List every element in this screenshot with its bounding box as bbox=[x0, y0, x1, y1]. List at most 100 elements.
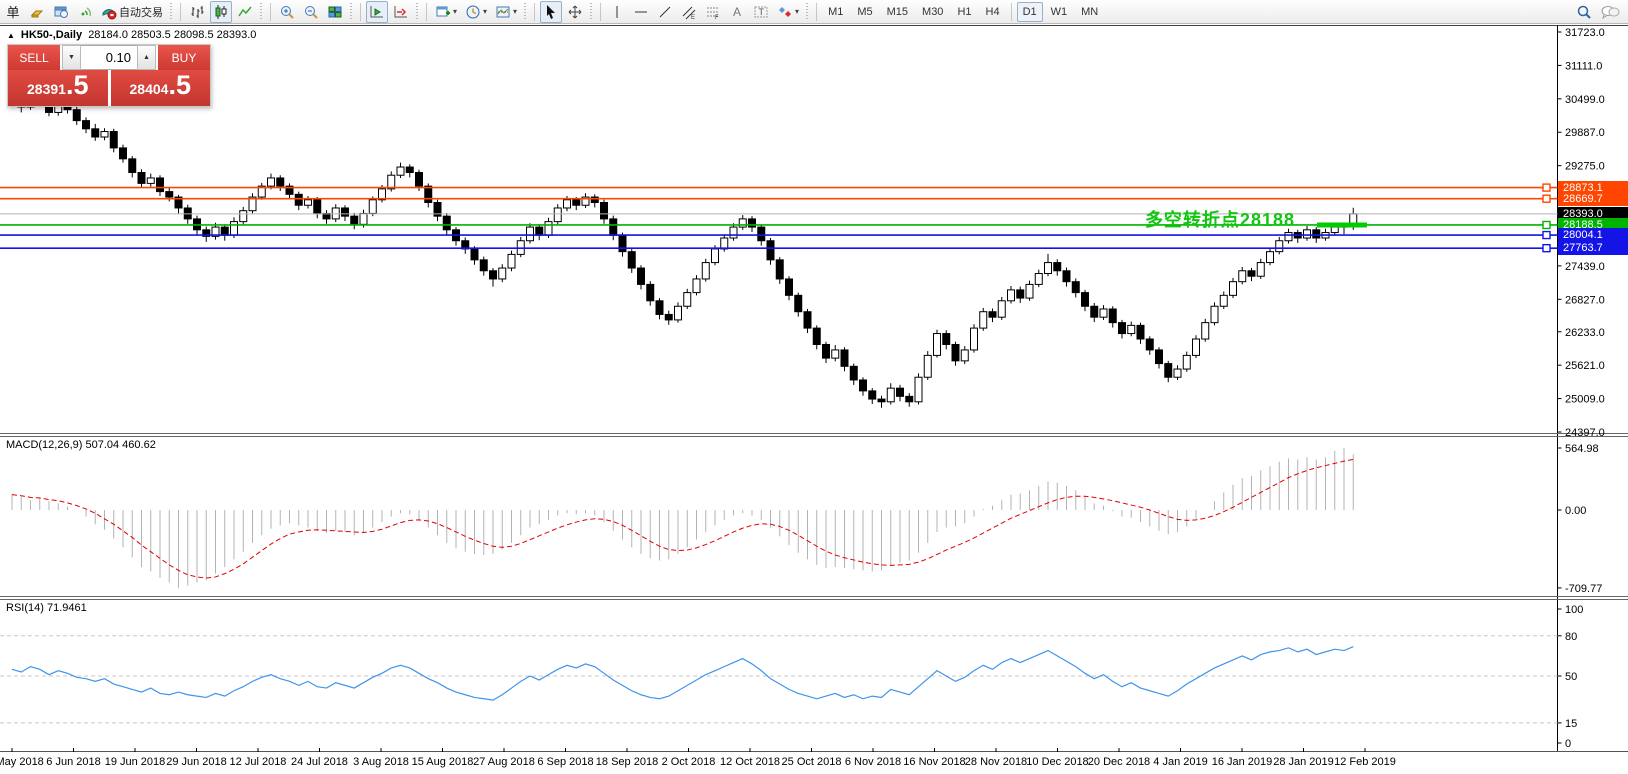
one-click-trade-panel: SELL ▼ 0.10 ▲ BUY 28391.5 28404.5 bbox=[7, 44, 211, 107]
search-icon[interactable] bbox=[1576, 4, 1592, 20]
rsi-axis: 100 80 50 15 0 bbox=[1557, 604, 1583, 750]
tile-windows-button[interactable] bbox=[324, 1, 346, 23]
fibonacci-icon: F bbox=[707, 7, 719, 20]
svg-text:6 Sep 2018: 6 Sep 2018 bbox=[537, 756, 593, 768]
svg-text:E: E bbox=[691, 15, 695, 20]
vertical-line-icon bbox=[616, 5, 618, 18]
svg-text:A: A bbox=[733, 5, 741, 19]
svg-text:4 Jan 2019: 4 Jan 2019 bbox=[1153, 756, 1207, 768]
trendline-button[interactable] bbox=[654, 1, 676, 23]
template-button[interactable]: ▾ bbox=[492, 1, 520, 23]
svg-text:31723.0: 31723.0 bbox=[1565, 27, 1605, 39]
level-price-tag: 28669.7 bbox=[1558, 191, 1628, 206]
svg-text:50: 50 bbox=[1565, 671, 1577, 683]
toolbar-separator bbox=[426, 2, 427, 21]
crosshair-button[interactable] bbox=[564, 1, 586, 23]
chart-frame bbox=[0, 25, 1628, 752]
svg-text:26233.0: 26233.0 bbox=[1565, 327, 1605, 339]
tf-w1-button[interactable]: W1 bbox=[1045, 2, 1074, 22]
svg-text:3 Aug 2018: 3 Aug 2018 bbox=[353, 756, 409, 768]
bar-chart-button[interactable] bbox=[186, 1, 208, 23]
buy-price[interactable]: 28404.5 bbox=[110, 70, 210, 106]
svg-text:18 Sep 2018: 18 Sep 2018 bbox=[596, 756, 658, 768]
charts-button[interactable] bbox=[26, 1, 48, 23]
trendline-icon bbox=[659, 6, 671, 17]
profiles-button[interactable] bbox=[50, 1, 72, 23]
tf-m5-button[interactable]: M5 bbox=[851, 2, 878, 22]
horizontal-line-button[interactable] bbox=[630, 1, 652, 23]
macd-label: MACD(12,26,9) 507.04 460.62 bbox=[6, 439, 156, 451]
sell-price[interactable]: 28391.5 bbox=[8, 70, 108, 106]
svg-text:16 Nov 2018: 16 Nov 2018 bbox=[903, 756, 965, 768]
volume-increase-button[interactable]: ▲ bbox=[137, 45, 156, 70]
toolbar-separator bbox=[360, 2, 361, 21]
chart-shift-button[interactable] bbox=[390, 1, 412, 23]
vertical-line-button[interactable] bbox=[606, 1, 628, 23]
buy-button[interactable]: BUY bbox=[158, 45, 210, 70]
bar-chart-icon bbox=[191, 5, 204, 18]
toolbar-separator bbox=[1010, 2, 1012, 21]
svg-text:6 Jun 2018: 6 Jun 2018 bbox=[46, 756, 100, 768]
dropdown-caret: ▾ bbox=[513, 7, 518, 16]
text-icon: A bbox=[733, 5, 741, 19]
zoom-in-button[interactable] bbox=[276, 1, 298, 23]
toolbar-separator bbox=[816, 2, 818, 21]
signals-button[interactable] bbox=[74, 1, 96, 23]
toolbar: 单 自动交易 ▾ ▾ ▾ E F A T ▾ M1 M5 M15 M30 H1 … bbox=[0, 0, 1628, 24]
fibonacci-button[interactable]: F bbox=[702, 1, 724, 23]
zoom-in-icon bbox=[281, 5, 294, 19]
svg-text:16 Jan 2019: 16 Jan 2019 bbox=[1212, 756, 1273, 768]
tf-mn-button[interactable]: MN bbox=[1075, 2, 1104, 22]
volume-field[interactable]: 0.10 bbox=[81, 45, 137, 70]
svg-text:19 Jun 2018: 19 Jun 2018 bbox=[105, 756, 166, 768]
text-label-button[interactable]: T bbox=[750, 1, 772, 23]
tf-d1-button[interactable]: D1 bbox=[1016, 1, 1043, 22]
volume-stepper: ▼ 0.10 ▲ bbox=[60, 45, 158, 70]
volume-decrease-button[interactable]: ▼ bbox=[62, 45, 81, 70]
arrows-button[interactable]: ▾ bbox=[774, 1, 802, 23]
line-chart-icon bbox=[238, 6, 252, 16]
channel-button[interactable]: E bbox=[678, 1, 700, 23]
svg-text:29275.0: 29275.0 bbox=[1565, 161, 1605, 173]
sell-price-frac: .5 bbox=[65, 70, 89, 100]
tf-m30-button[interactable]: M30 bbox=[916, 2, 949, 22]
candlestick-series bbox=[8, 78, 1358, 408]
arrows-icon bbox=[779, 6, 792, 17]
cursor-button[interactable] bbox=[540, 0, 563, 23]
gold-chart-icon bbox=[30, 10, 44, 17]
rsi-line bbox=[11, 646, 1354, 701]
signal-icon bbox=[81, 6, 92, 16]
rsi-label: RSI(14) 71.9461 bbox=[6, 602, 87, 614]
collapse-panel-icon[interactable]: ▲ bbox=[7, 31, 15, 40]
ohlc-values: 28184.0 28503.5 28098.5 28393.0 bbox=[88, 29, 257, 41]
sell-button[interactable]: SELL bbox=[8, 45, 60, 70]
zoom-out-button[interactable] bbox=[300, 1, 322, 23]
zoom-out-icon bbox=[305, 5, 318, 19]
tf-h4-button[interactable]: H4 bbox=[980, 2, 1006, 22]
line-chart-button[interactable] bbox=[234, 1, 256, 23]
clock-icon bbox=[466, 5, 480, 18]
svg-text:0: 0 bbox=[1565, 738, 1571, 750]
sell-price-main: 28391 bbox=[27, 81, 66, 97]
toolbar-separator bbox=[270, 2, 271, 21]
turning-point-annotation: 多空转折点28188 bbox=[1144, 210, 1295, 230]
new-chart-button[interactable]: ▾ bbox=[432, 1, 460, 23]
auto-scroll-button[interactable] bbox=[366, 0, 388, 23]
level-price-tag: 28004.1 bbox=[1558, 228, 1628, 243]
new-order-button[interactable]: 单 bbox=[2, 1, 24, 23]
candlestick-chart-button[interactable] bbox=[210, 0, 232, 23]
new-chart-icon bbox=[436, 6, 450, 16]
svg-text:15: 15 bbox=[1565, 718, 1577, 730]
toolbar-grip bbox=[589, 2, 595, 21]
tf-m1-button[interactable]: M1 bbox=[822, 2, 849, 22]
dropdown-caret: ▾ bbox=[483, 7, 488, 16]
buy-price-main: 28404 bbox=[129, 81, 169, 97]
period-button[interactable]: ▾ bbox=[462, 1, 490, 23]
tf-m15-button[interactable]: M15 bbox=[881, 2, 914, 22]
text-button[interactable]: A bbox=[726, 1, 748, 23]
cursor-icon bbox=[547, 4, 556, 19]
svg-text:31111.0: 31111.0 bbox=[1565, 60, 1602, 72]
tf-h1-button[interactable]: H1 bbox=[951, 2, 977, 22]
autotrading-button[interactable]: 自动交易 bbox=[98, 1, 166, 23]
chat-icon[interactable] bbox=[1600, 4, 1620, 20]
